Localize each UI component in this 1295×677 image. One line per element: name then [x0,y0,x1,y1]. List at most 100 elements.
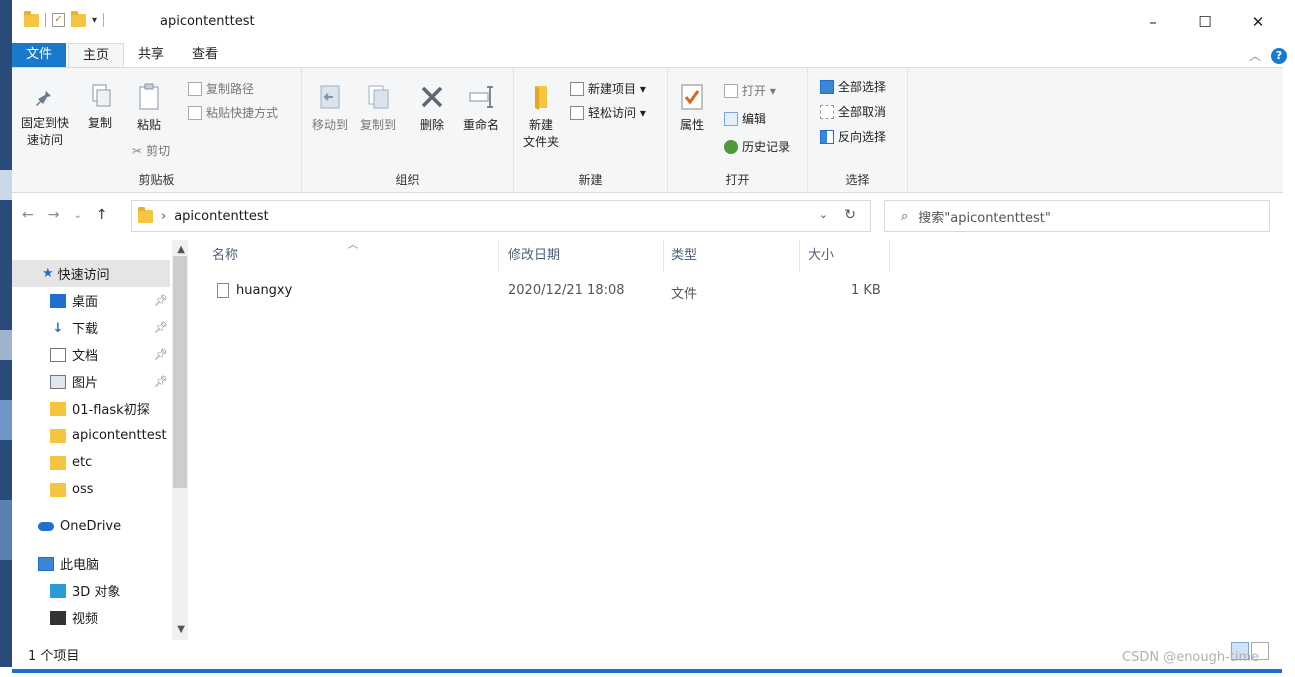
column-separator[interactable] [663,240,664,272]
organize-group-label: 组织 [395,173,420,187]
tab-share[interactable]: 共享 [124,43,178,67]
nav-item-folder[interactable]: 01-flask初探 [12,395,170,422]
back-arrow-icon[interactable]: ← [22,207,34,223]
address-history-chevron-icon[interactable]: ⌄ [819,208,828,221]
open-button[interactable]: 打开 ▾ [724,82,776,99]
select-group: 全部选择 全部取消 反向选择 选择 [808,68,908,192]
search-icon: ⌕ [901,208,909,224]
close-button[interactable]: ✕ [1234,0,1282,44]
new-folder-button[interactable]: 新建 文件夹 [518,82,564,150]
open-icon [724,83,738,98]
pin-label-line2: 速访问 [26,133,63,147]
column-header-type[interactable]: 类型 [671,244,697,263]
edit-label: 编辑 [742,112,767,126]
properties-label: 属性 [679,118,704,132]
delete-button[interactable]: 删除 [414,82,450,133]
edit-icon [724,111,738,126]
maximize-button[interactable]: ☐ [1181,0,1229,44]
easy-access-button[interactable]: 轻松访问 ▾ [570,104,646,121]
nav-onedrive[interactable]: OneDrive [12,513,170,540]
tab-home[interactable]: 主页 [68,43,125,67]
breadcrumb-item[interactable]: apicontenttest [174,209,269,224]
new-item-button[interactable]: 新建项目 ▾ [570,80,646,97]
new-item-label: 新建项目 ▾ [588,82,646,96]
column-header-size[interactable]: 大小 [808,244,834,263]
cut-button[interactable]: ✂ 剪切 [132,142,170,159]
column-separator[interactable] [498,240,499,272]
pin-to-quick-access-button[interactable]: 固定到快 速访问 [18,82,72,148]
nav-this-pc[interactable]: 此电脑 [12,550,170,577]
3d-objects-icon [50,583,66,598]
up-arrow-icon[interactable]: ↑ [96,207,108,223]
copy-label: 复制 [87,116,112,130]
move-to-button[interactable]: 移动到 [306,82,354,133]
paste-shortcut-button[interactable]: 粘贴快捷方式 [188,104,278,121]
easy-access-icon [570,105,584,120]
search-box[interactable]: ⌕ 搜索"apicontenttest" [884,200,1270,232]
select-all-icon [820,79,834,94]
copy-to-button[interactable]: 复制到 [354,82,402,133]
nav-item-downloads[interactable]: ↓ 下载 📌︎ [12,314,170,341]
nav-item-desktop[interactable]: 桌面 📌︎ [12,287,170,314]
nav-item-pictures[interactable]: 图片 📌︎ [12,368,170,395]
column-header-modified[interactable]: 修改日期 [508,244,560,263]
folder-icon [50,455,66,470]
nav-3d-objects[interactable]: 3D 对象 [12,577,170,604]
select-all-button[interactable]: 全部选择 [820,78,886,95]
refresh-icon[interactable]: ↻ [844,207,856,223]
rename-button[interactable]: 重命名 [458,82,504,133]
nav-item-folder[interactable]: oss [12,476,170,503]
tab-view[interactable]: 查看 [178,43,232,67]
tab-file[interactable]: 文件 [12,43,67,67]
pictures-icon [50,374,66,389]
pin-icon[interactable]: 📌︎ [154,348,168,361]
nav-scrollbar[interactable]: ▲ ▼ [172,240,188,640]
ribbon: 固定到快 速访问 复制 粘贴 复制路径 粘贴快捷方式 ✂ 剪切 剪贴板 移动到 … [12,67,1283,193]
nav-this-pc-label: 此电脑 [60,558,100,573]
history-button[interactable]: 历史记录 [724,138,790,155]
new-folder-icon[interactable] [71,10,86,27]
column-separator[interactable] [889,240,890,272]
sort-ascending-icon: ︿ [348,240,358,251]
properties-check-icon[interactable]: ✓ [52,13,65,27]
help-icon[interactable]: ? [1271,47,1287,64]
nav-scrollbar-thumb[interactable] [173,256,187,488]
nav-item-folder[interactable]: etc [12,449,170,476]
column-separator[interactable] [799,240,800,272]
pin-icon[interactable]: 📌︎ [154,321,168,334]
scissors-icon: ✂ [132,143,143,158]
properties-icon [681,84,703,110]
invert-selection-button[interactable]: 反向选择 [820,128,886,145]
nav-item-label: 桌面 [72,295,99,310]
forward-arrow-icon[interactable]: → [48,207,60,223]
edit-button[interactable]: 编辑 [724,110,766,127]
customize-qat-chevron-icon[interactable]: ▾ [92,15,97,26]
pin-icon[interactable]: 📌︎ [154,294,168,307]
invert-selection-label: 反向选择 [838,130,887,144]
address-bar[interactable]: › apicontenttest ⌄ ↻ [131,200,871,232]
file-icon [217,283,229,298]
nav-item-folder[interactable]: apicontenttest [12,422,170,449]
clipboard-group: 固定到快 速访问 复制 粘贴 复制路径 粘贴快捷方式 ✂ 剪切 剪贴板 [12,68,302,192]
nav-item-documents[interactable]: 文档 📌︎ [12,341,170,368]
scroll-down-arrow-icon[interactable]: ▼ [177,624,185,635]
file-name: huangxy [236,283,293,298]
minimize-button[interactable]: – [1129,0,1177,44]
breadcrumb-chevron-icon[interactable]: › [161,209,166,224]
nav-videos[interactable]: 视频 [12,604,170,631]
recent-locations-chevron-icon[interactable]: ⌄ [73,210,81,221]
column-header-name[interactable]: 名称 [212,244,238,263]
file-size: 1 KB [851,283,881,298]
nav-item-label: 文档 [72,349,99,364]
properties-button[interactable]: 属性 [674,82,710,133]
copy-button[interactable]: 复制 [82,82,118,131]
paste-button[interactable]: 粘贴 [128,82,170,133]
select-none-button[interactable]: 全部取消 [820,103,886,120]
nav-quick-access[interactable]: ★ 快速访问 [12,260,170,287]
computer-icon [38,556,54,571]
scroll-up-arrow-icon[interactable]: ▲ [177,244,185,255]
pin-icon[interactable]: 📌︎ [154,375,168,388]
collapse-ribbon-chevron-icon[interactable]: ︿ [1249,47,1261,64]
copy-path-button[interactable]: 复制路径 [188,80,254,97]
nav-item-label: 下载 [72,322,99,337]
